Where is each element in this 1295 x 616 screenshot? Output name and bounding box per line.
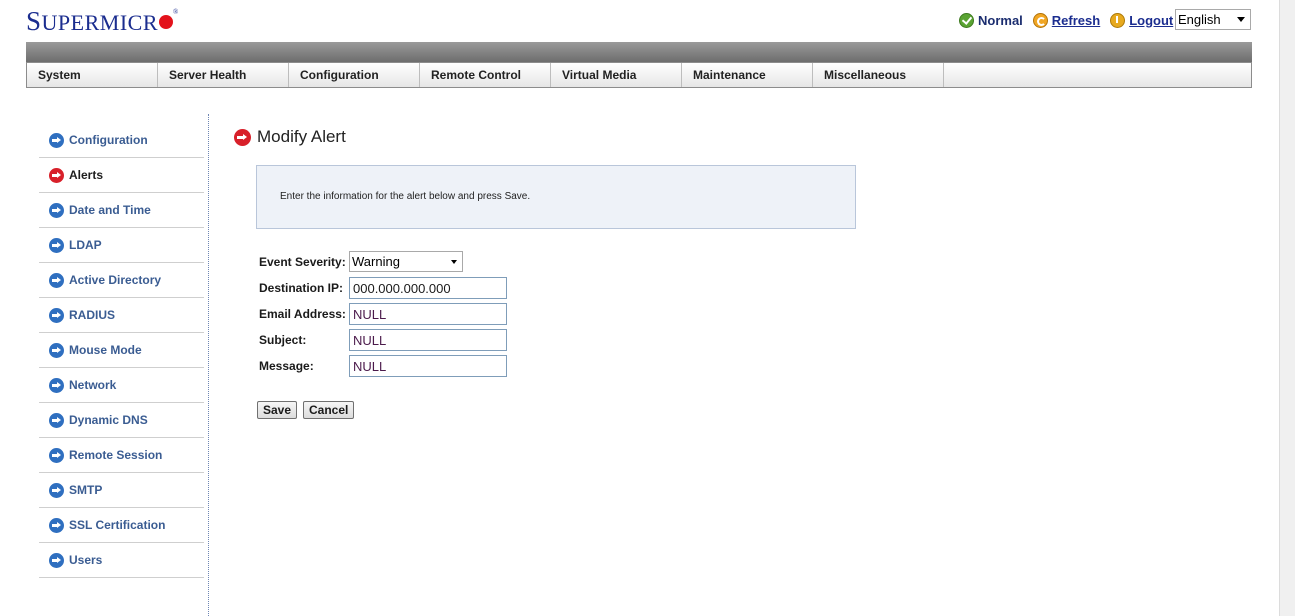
nav-tab-system[interactable]: System — [27, 63, 158, 87]
supermicro-logo: SUPERMICR ® — [26, 6, 179, 37]
sidebar-item-label: Date and Time — [69, 203, 151, 217]
arrow-right-icon — [49, 132, 64, 148]
nav-tab-virtual-media[interactable]: Virtual Media — [551, 63, 682, 87]
arrow-right-icon — [49, 447, 64, 463]
chevron-down-icon — [451, 260, 457, 264]
message-row: Message: — [259, 355, 507, 377]
sidebar-item-active-directory[interactable]: Active Directory — [39, 263, 204, 298]
refresh-link[interactable]: Refresh — [1052, 13, 1100, 28]
sidebar-item-label: Dynamic DNS — [69, 413, 148, 427]
check-circle-icon — [959, 12, 974, 28]
sidebar: Configuration Alerts Date and Time LDAP … — [39, 123, 204, 578]
main-nav: System Server Health Configuration Remot… — [26, 62, 1252, 88]
sidebar-item-ldap[interactable]: LDAP — [39, 228, 204, 263]
vertical-scrollbar[interactable] — [1279, 0, 1295, 616]
arrow-right-icon — [49, 517, 64, 533]
status-label: Normal — [978, 12, 1023, 28]
sidebar-item-radius[interactable]: RADIUS — [39, 298, 204, 333]
arrow-right-icon — [49, 342, 64, 358]
logout-link-group[interactable]: Logout — [1110, 12, 1173, 28]
power-icon[interactable] — [1110, 12, 1126, 28]
sidebar-item-users[interactable]: Users — [39, 543, 204, 578]
sidebar-item-label: SSL Certification — [69, 518, 166, 532]
subject-row: Subject: — [259, 329, 507, 351]
event-severity-select[interactable]: Warning — [349, 251, 463, 272]
page-title-text: Modify Alert — [257, 127, 346, 146]
destination-ip-row: Destination IP: — [259, 277, 507, 299]
language-select-value: English — [1178, 12, 1221, 27]
language-select[interactable]: English — [1175, 9, 1251, 30]
sidebar-item-label: Mouse Mode — [69, 343, 142, 357]
nav-tab-server-health[interactable]: Server Health — [158, 63, 289, 87]
refresh-icon[interactable] — [1032, 12, 1048, 28]
sidebar-item-label: Active Directory — [69, 273, 162, 287]
logo-text: UPERMICR — [41, 10, 159, 35]
arrow-right-icon — [49, 412, 64, 428]
save-button[interactable]: Save — [257, 401, 298, 419]
sidebar-item-remote-session[interactable]: Remote Session — [39, 438, 204, 473]
nav-tab-maintenance[interactable]: Maintenance — [682, 63, 813, 87]
sidebar-item-label: Configuration — [69, 133, 148, 147]
sidebar-item-label: LDAP — [69, 238, 102, 252]
email-address-label: Email Address: — [259, 307, 346, 321]
destination-ip-label: Destination IP: — [259, 281, 344, 295]
arrow-right-icon — [49, 482, 64, 498]
event-severity-label: Event Severity: — [259, 254, 346, 269]
sidebar-divider — [208, 114, 209, 616]
cancel-button[interactable]: Cancel — [303, 401, 355, 419]
message-label: Message: — [259, 359, 314, 373]
sidebar-item-dynamic-dns[interactable]: Dynamic DNS — [39, 403, 204, 438]
nav-tab-miscellaneous[interactable]: Miscellaneous — [813, 63, 944, 87]
sidebar-item-date-and-time[interactable]: Date and Time — [39, 193, 204, 228]
arrow-right-icon — [49, 167, 64, 183]
event-severity-row: Event Severity: Warning — [259, 251, 463, 272]
sidebar-item-ssl-certification[interactable]: SSL Certification — [39, 508, 204, 543]
event-severity-value: Warning — [352, 254, 400, 269]
arrow-right-icon — [49, 307, 64, 323]
subject-label: Subject: — [259, 333, 307, 347]
header-actions: Normal Refresh Logout — [959, 9, 1183, 31]
sidebar-item-label: Remote Session — [69, 448, 163, 462]
sidebar-item-label: RADIUS — [69, 308, 116, 322]
nav-tab-remote-control[interactable]: Remote Control — [420, 63, 551, 87]
arrow-right-icon — [49, 202, 64, 218]
sidebar-item-label: SMTP — [69, 483, 103, 497]
logo-registered-mark: ® — [173, 8, 179, 16]
subject-input[interactable] — [349, 329, 507, 351]
sidebar-item-label: Network — [69, 378, 117, 392]
sidebar-item-mouse-mode[interactable]: Mouse Mode — [39, 333, 204, 368]
sidebar-item-alerts[interactable]: Alerts — [39, 158, 204, 193]
status-indicator: Normal — [959, 12, 1023, 28]
arrow-right-icon — [49, 552, 64, 568]
page-title: Modify Alert — [234, 127, 346, 147]
logo-dot — [159, 15, 174, 29]
info-box: Enter the information for the alert belo… — [256, 165, 856, 229]
sidebar-item-label: Alerts — [69, 168, 104, 182]
sidebar-item-smtp[interactable]: SMTP — [39, 473, 204, 508]
message-input[interactable] — [349, 355, 507, 377]
arrow-right-icon — [49, 377, 64, 393]
sidebar-item-configuration[interactable]: Configuration — [39, 123, 204, 158]
sidebar-item-network[interactable]: Network — [39, 368, 204, 403]
chevron-down-icon — [1237, 17, 1245, 22]
arrow-right-icon — [234, 128, 251, 146]
refresh-link-group[interactable]: Refresh — [1032, 12, 1100, 28]
email-address-row: Email Address: — [259, 303, 507, 325]
arrow-right-icon — [49, 237, 64, 253]
destination-ip-input[interactable] — [349, 277, 507, 299]
sidebar-item-label: Users — [69, 553, 103, 567]
arrow-right-icon — [49, 272, 64, 288]
logo-initial: S — [26, 6, 42, 36]
email-address-input[interactable] — [349, 303, 507, 325]
nav-tab-configuration[interactable]: Configuration — [289, 63, 420, 87]
header-bar — [26, 42, 1252, 62]
logout-link[interactable]: Logout — [1129, 13, 1173, 28]
